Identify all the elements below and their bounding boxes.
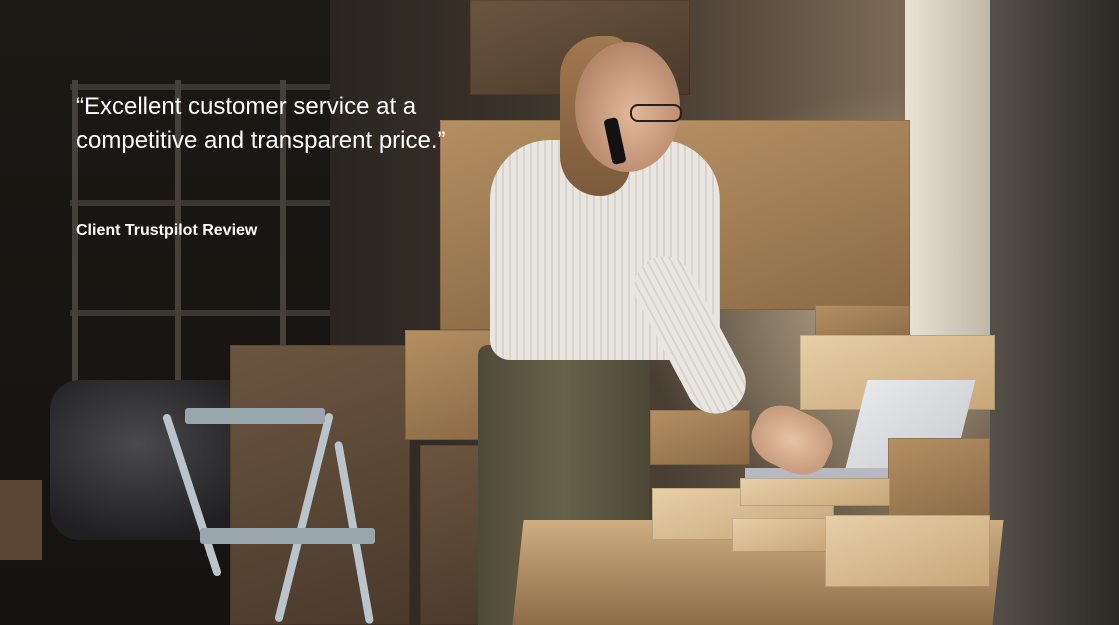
cardboard-box (650, 410, 750, 465)
ladder-step (200, 528, 375, 544)
cardboard-box (740, 478, 890, 506)
cardboard-box (230, 345, 410, 625)
shelf-beam (70, 200, 330, 206)
cardboard-box (888, 438, 990, 520)
wall (990, 0, 1119, 625)
cardboard-box (825, 515, 990, 587)
cardboard-box (0, 480, 42, 560)
window-light (905, 0, 995, 340)
testimonial-source: Client Trustpilot Review (76, 222, 258, 239)
testimonial-quote: “Excellent customer service at a competi… (76, 93, 446, 154)
hero-banner: “Excellent customer service at a competi… (0, 0, 1119, 625)
small-box (732, 518, 827, 552)
ladder-step (185, 408, 325, 424)
shelf-beam (70, 310, 330, 316)
glasses-icon (630, 104, 682, 122)
